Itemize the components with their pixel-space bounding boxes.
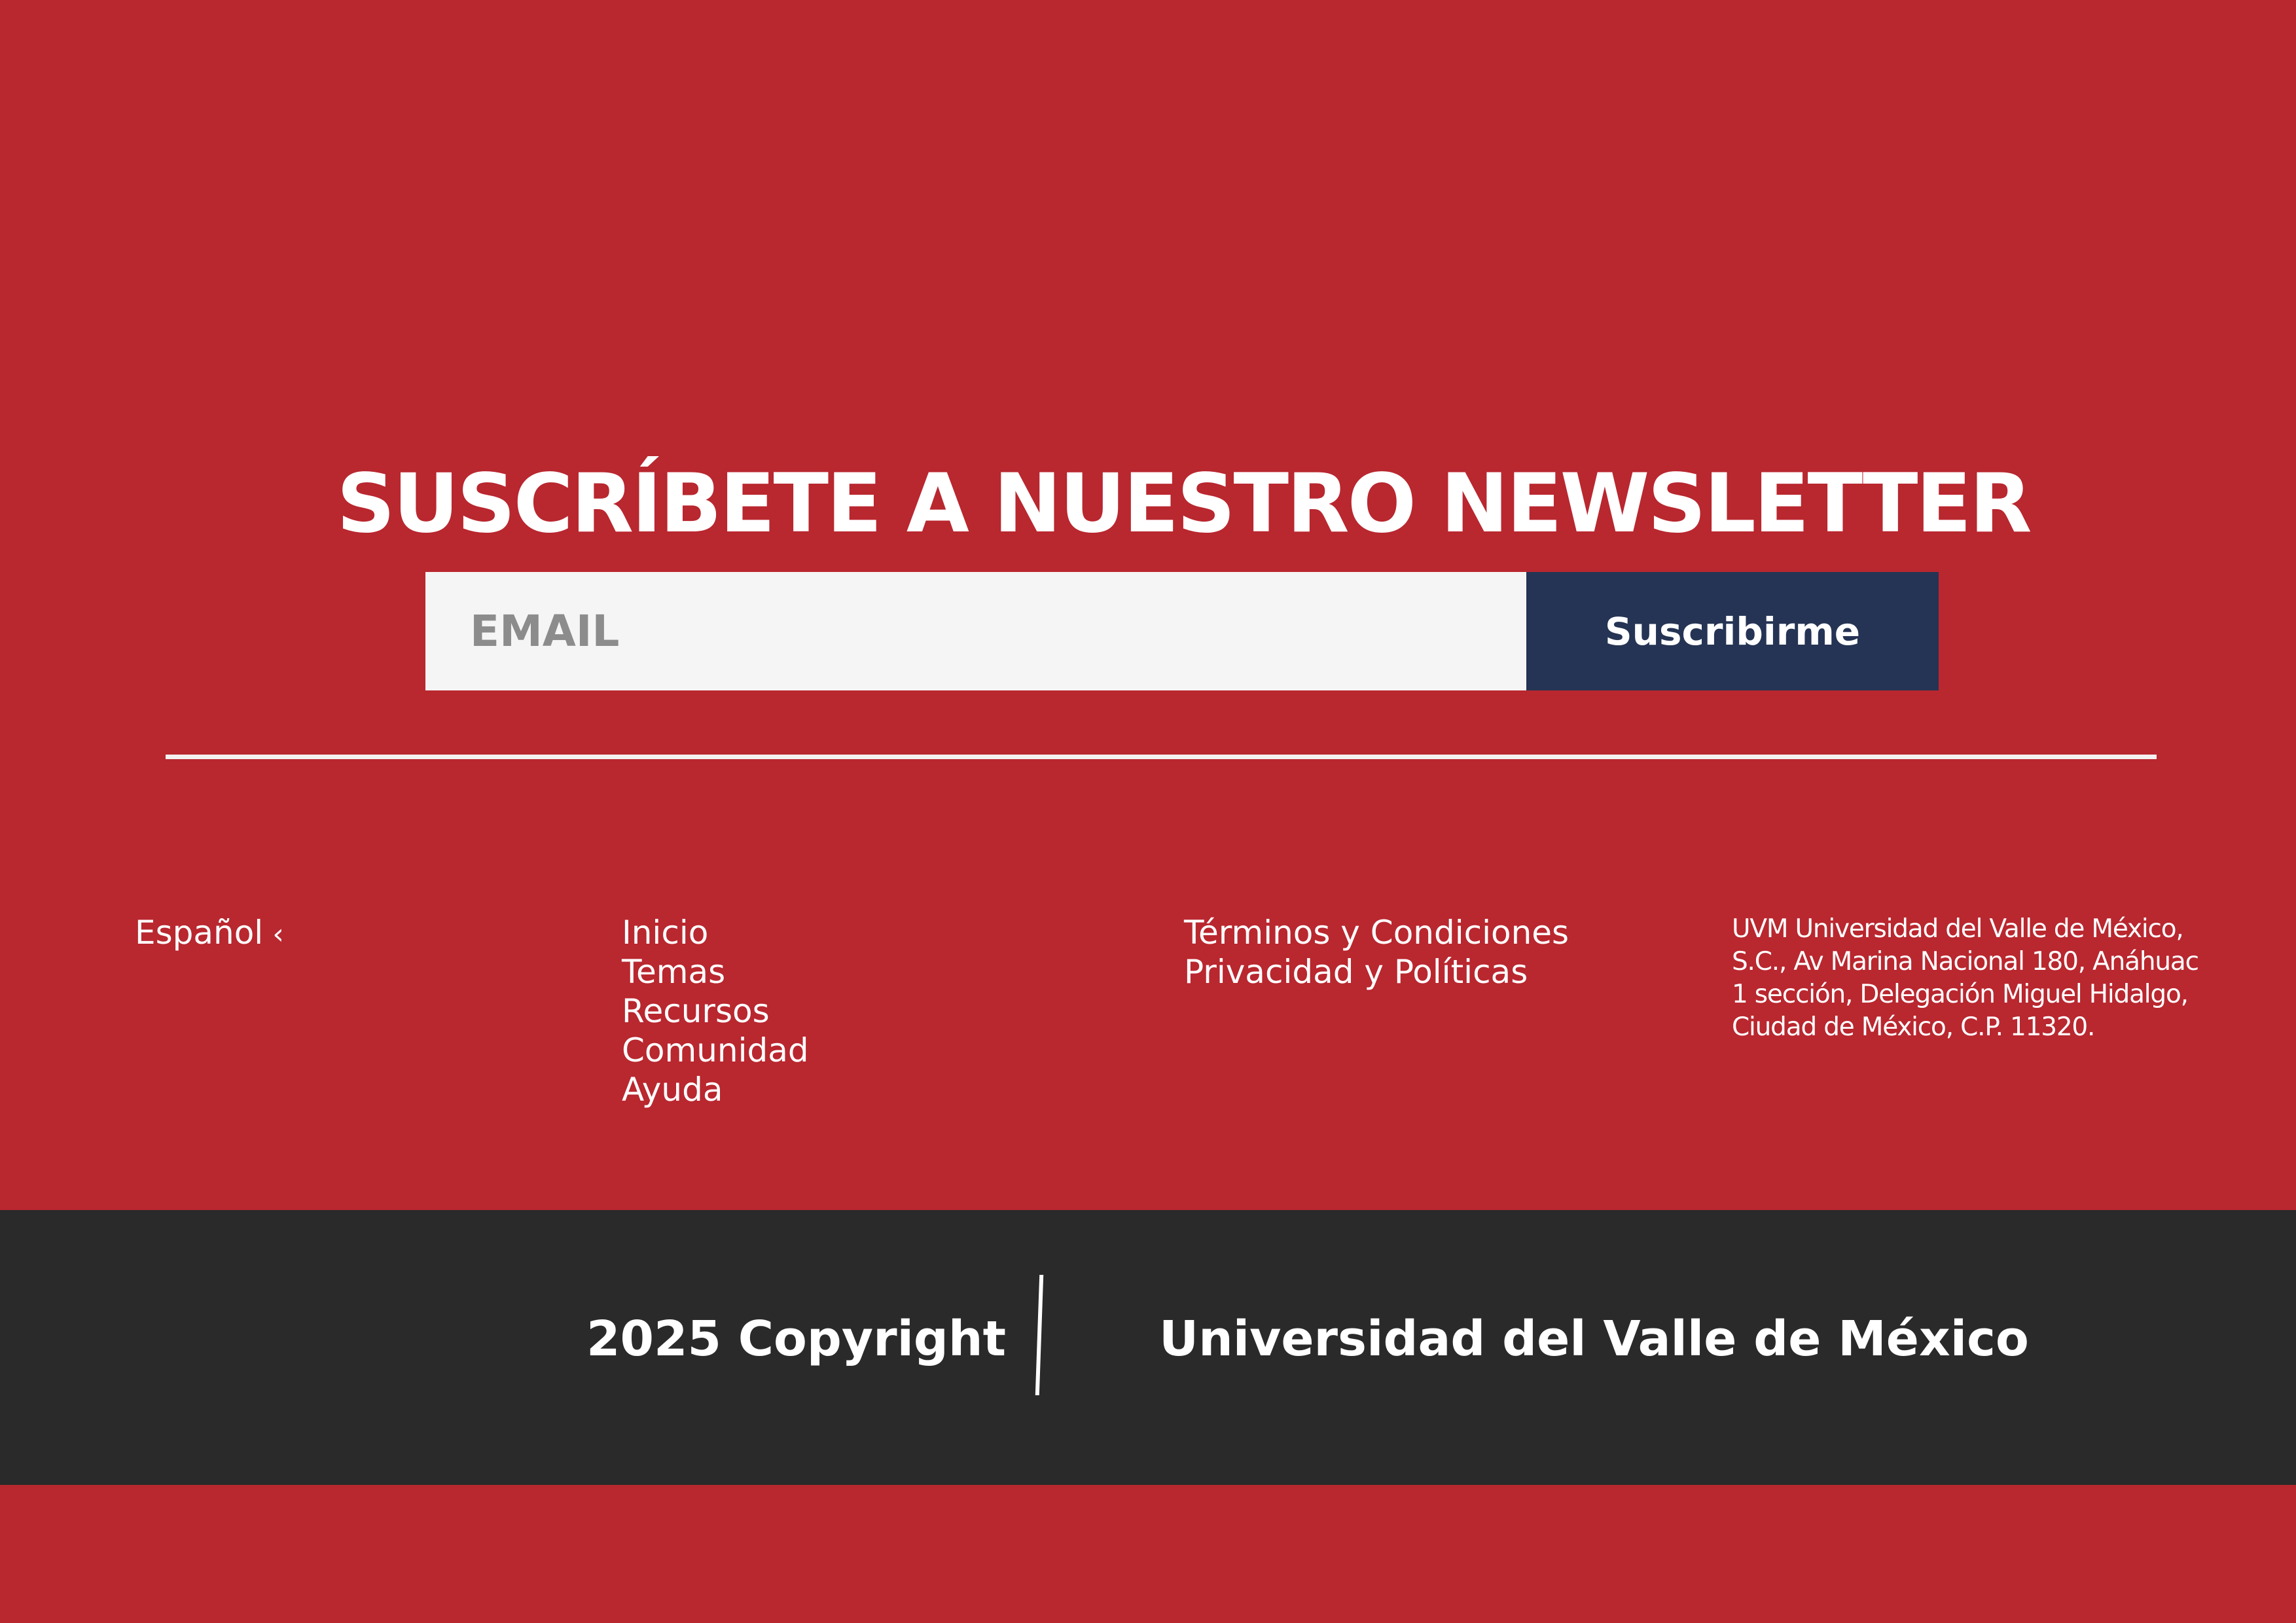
footer-link-recursos[interactable]: Recursos — [622, 991, 809, 1031]
email-input[interactable] — [425, 572, 1526, 690]
address-line: Ciudad de México, C.P. 11320. — [1732, 1012, 2095, 1042]
copyright-text: 2025 Copyright — [586, 1311, 1006, 1367]
footer-link-inicio[interactable]: Inicio — [622, 913, 809, 952]
newsletter-title: SUSCRÍBETE A NUESTRO NEWSLETTER — [336, 457, 2032, 551]
language-label: Español — [135, 914, 264, 952]
address: UVM Universidad del Valle de México, S.C… — [1732, 913, 2275, 1044]
language-selector[interactable]: Español ‹ — [135, 913, 284, 954]
privacy-link[interactable]: Privacidad y Políticas — [1184, 952, 1569, 991]
chevron-left-icon: ‹ — [272, 918, 284, 951]
footer-link-comunidad[interactable]: Comunidad — [622, 1031, 809, 1070]
university-name: Universidad del Valle de México — [1159, 1311, 2029, 1367]
page: SUSCRÍBETE A NUESTRO NEWSLETTER Suscribi… — [0, 0, 2296, 1623]
divider — [166, 755, 2157, 759]
legal-links: Términos y Condiciones Privacidad y Polí… — [1184, 913, 1569, 991]
footer-link-temas[interactable]: Temas — [622, 952, 809, 991]
footer-nav: Inicio Temas Recursos Comunidad Ayuda — [622, 913, 809, 1109]
subscribe-form: Suscribirme — [425, 572, 1939, 690]
address-line: S.C., Av Marina Nacional 180, Anáhuac — [1732, 947, 2199, 976]
address-line: UVM Universidad del Valle de México, — [1732, 914, 2184, 944]
footer-link-ayuda[interactable]: Ayuda — [622, 1070, 809, 1109]
address-line: 1 sección, Delegación Miguel Hidalgo, — [1732, 980, 2189, 1009]
subscribe-button[interactable]: Suscribirme — [1526, 572, 1939, 690]
terms-link[interactable]: Términos y Condiciones — [1184, 913, 1569, 952]
